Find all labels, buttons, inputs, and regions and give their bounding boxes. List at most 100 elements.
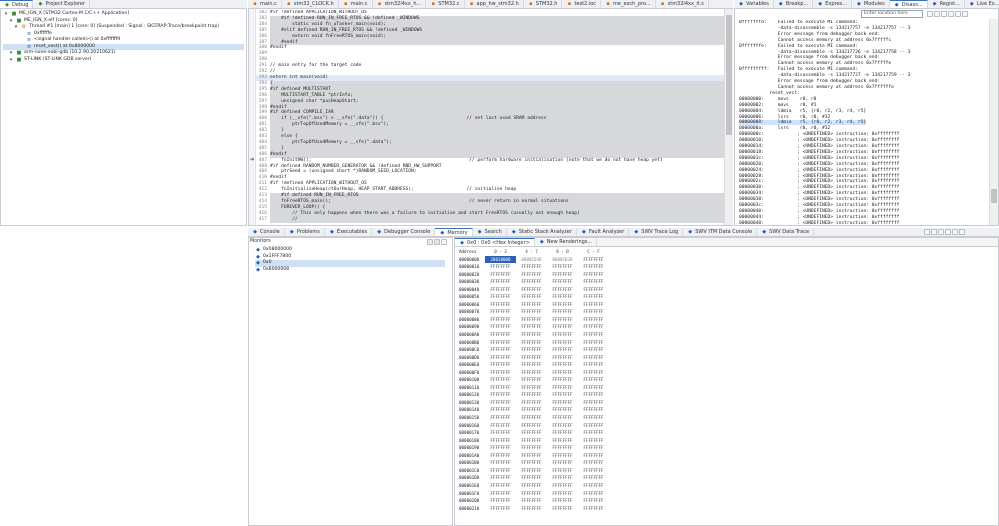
tab-stm32-clock-h[interactable]: ▪ stm32_CLOCK.h [282,0,339,8]
memory-cell[interactable]: FFFFFFFF [516,482,547,490]
memory-cell[interactable]: FFFFFFFF [485,346,516,354]
memory-cell[interactable]: FFFFFFFF [547,293,578,301]
memory-cell[interactable]: FFFFFFFF [516,293,547,301]
tab-breakp-[interactable]: ◆ Breakp... [774,0,814,8]
memory-cell[interactable]: FFFFFFFF [547,497,578,505]
memory-cell[interactable]: FFFFFFFF [547,278,578,286]
memory-cell[interactable]: FFFFFFFF [516,263,547,271]
expand-toggle-icon[interactable]: ▾ [13,24,19,30]
memory-cell[interactable]: FFFFFFFF [547,399,578,407]
memory-cell[interactable]: FFFFFFFF [516,286,547,294]
memory-cell[interactable]: FFFFFFFF [485,293,516,301]
memory-cell[interactable]: FFFFFFFF [516,459,547,467]
memory-cell[interactable]: FFFFFFFF [516,505,547,513]
memory-cell[interactable]: FFFFFFFF [547,376,578,384]
memory-cell[interactable]: FFFFFFFF [485,391,516,399]
memory-cell[interactable]: FFFFFFFF [485,505,516,513]
monitor-item[interactable]: ◆ 0x8000008 [255,267,445,274]
minimize-icon[interactable] [952,229,958,235]
memory-cell[interactable]: FFFFFFFF [516,339,547,347]
tab-console[interactable]: ◆ Console [248,228,285,236]
memory-cell[interactable]: FFFFFFFF [516,414,547,422]
memory-cell[interactable]: FFFFFFFF [547,444,578,452]
tab-me-exch-pro-[interactable]: ▪ me_exch_pro... [601,0,656,8]
tab-memory[interactable]: ◆ Memory [435,228,473,236]
debug-tree-item[interactable]: ▾ ■ ST-LINK (ST-LINK GDB server) [3,57,244,64]
remove-all-icon[interactable] [441,239,447,245]
memory-cell[interactable]: FFFFFFFF [516,331,547,339]
memory-cell[interactable]: FFFFFFFF [516,271,547,279]
memory-cell[interactable]: FFFFFFFF [485,399,516,407]
memory-cell[interactable]: FFFFFFFF [578,505,609,513]
memory-cell[interactable]: FFFFFFFF [516,301,547,309]
memory-cell[interactable]: FFFFFFFF [516,444,547,452]
memory-cell[interactable]: FFFFFFFF [578,406,609,414]
memory-cell[interactable]: FFFFFFFF [516,369,547,377]
expand-toggle-icon[interactable] [18,31,24,37]
memory-cell[interactable]: FFFFFFFF [578,331,609,339]
editor-scrollbar[interactable] [724,9,733,225]
memory-cell[interactable]: FFFFFFFF [485,361,516,369]
memory-cell[interactable]: FFFFFFFF [485,376,516,384]
memory-cell[interactable]: FFFFFFFF [485,271,516,279]
memory-cell[interactable]: FFFFFFFF [547,414,578,422]
memory-cell[interactable]: FFFFFFFF [516,384,547,392]
memory-cell[interactable]: FFFFFFFF [516,278,547,286]
memory-cell[interactable]: FFFFFFFF [547,354,578,362]
memory-cell[interactable]: FFFFFFFF [485,422,516,430]
memory-cell[interactable]: FFFFFFFF [485,452,516,460]
tab-variables[interactable]: ◆ Variables [734,0,774,8]
memory-cell[interactable]: FFFFFFFF [485,467,516,475]
memory-cell[interactable]: FFFFFFFF [578,497,609,505]
tab-regist-[interactable]: ◆ Regist... [928,0,965,8]
memory-cell[interactable]: FFFFFFFF [547,316,578,324]
link-icon[interactable] [934,11,940,17]
memory-cell[interactable]: FFFFFFFF [547,331,578,339]
memory-cell[interactable]: FFFFFFFF [578,444,609,452]
memory-cell[interactable]: FFFFFFFF [547,271,578,279]
memory-cell[interactable]: FFFFFFFF [578,474,609,482]
tab-new-renderings-[interactable]: ◆ New Renderings... [535,238,598,246]
memory-cell[interactable]: FFFFFFFF [516,308,547,316]
memory-cell[interactable]: FFFFFFFF [485,286,516,294]
memory-cell[interactable]: FFFFFFFF [578,376,609,384]
memory-cell[interactable]: FFFFFFFF [516,497,547,505]
tab-disass-[interactable]: ◆ Disass... [889,0,928,8]
tab-stm32l4xx-h-[interactable]: ▪ stm32l4xx_h... [373,0,427,8]
memory-cell[interactable]: FFFFFFFF [578,354,609,362]
memory-cell[interactable]: FFFFFFFF [485,482,516,490]
memory-cell[interactable]: FFFFFFFF [516,376,547,384]
memory-cell[interactable]: FFFFFFFF [516,391,547,399]
memory-cell[interactable]: FFFFFFFF [578,286,609,294]
memory-cell[interactable]: FFFFFFFF [485,444,516,452]
memory-cell[interactable]: FFFFFFFF [578,429,609,437]
memory-cell[interactable]: FFFFFFFF [516,467,547,475]
expand-toggle-icon[interactable]: ▾ [8,50,14,56]
memory-cell[interactable]: FFFFFFFF [578,437,609,445]
memory-cell[interactable]: FFFFFFFF [547,391,578,399]
tab-stm32l4xx-it-c[interactable]: ▪ stm32l4xx_it.c [656,0,710,8]
memory-cell[interactable]: FFFFFFFF [485,414,516,422]
memory-cell[interactable]: FFFFFFFF [547,286,578,294]
memory-cell[interactable]: FFFFFFFF [578,467,609,475]
tab-app-hw-stm32-h[interactable]: ▪ app_hw_stm32.h [465,0,524,8]
expand-toggle-icon[interactable]: ▾ [3,11,9,17]
memory-cell[interactable]: FFFFFFFF [516,437,547,445]
tab-executables[interactable]: ◆ Executables [325,228,373,236]
tab-search[interactable]: ◆ Search [473,228,507,236]
memory-cell[interactable]: FFFFFFFF [485,354,516,362]
memory-cell[interactable]: FFFFFFFF [547,384,578,392]
pin-icon[interactable] [924,229,930,235]
memory-cell[interactable]: FFFFFFFF [485,331,516,339]
tab-debugger-console[interactable]: ◆ Debugger Console [372,228,436,236]
memory-cell[interactable]: FFFFFFFF [547,474,578,482]
location-input[interactable]: Enter location here [861,10,923,18]
memory-cell[interactable]: FFFFFFFF [516,452,547,460]
memory-cell[interactable]: FFFFFFFF [516,346,547,354]
memory-cell[interactable]: 0800CD3D [547,256,578,264]
memory-cell[interactable]: FFFFFFFF [578,308,609,316]
tab-static-stack-analyzer[interactable]: ◆ Static Stack Analyzer [507,228,577,236]
expand-toggle-icon[interactable] [18,37,24,43]
memory-cell[interactable]: FFFFFFFF [547,490,578,498]
tab-swv-itm-data-console[interactable]: ◆ SWV ITM Data Console [683,228,758,236]
